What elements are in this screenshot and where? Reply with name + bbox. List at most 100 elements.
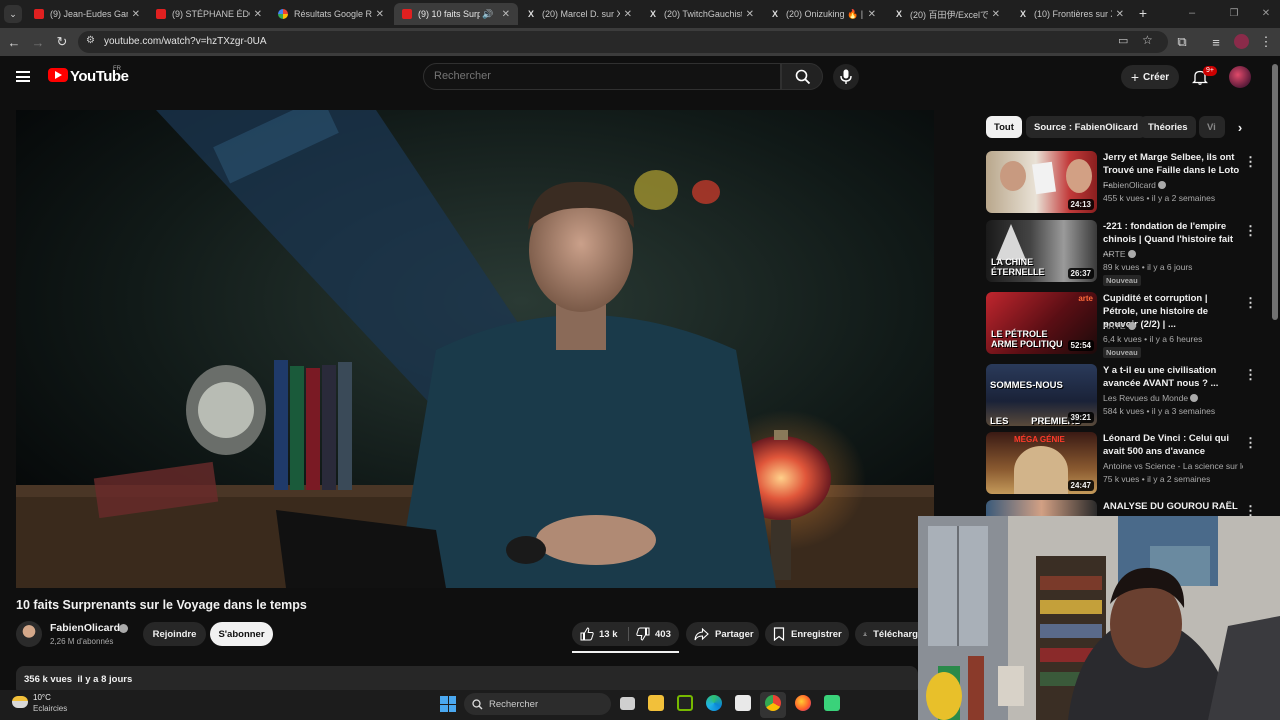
chrome-icon[interactable]	[765, 695, 781, 711]
bookmark-icon	[773, 627, 785, 641]
chip-all[interactable]: Tout	[986, 116, 1022, 138]
video-thumbnail[interactable]: SOMMES-NOUS LES PREMIERS 39:21	[986, 364, 1097, 426]
recommendation-channel[interactable]: ARTE	[1103, 321, 1136, 331]
url-text[interactable]: youtube.com/watch?v=hzTXzgr-0UA	[104, 36, 267, 47]
close-icon[interactable]: ✕	[132, 9, 140, 20]
reading-list-icon[interactable]: ≡	[1208, 34, 1224, 50]
recommendation-item[interactable]: MÉGA GÉNIE 24:47 Léonard De Vinci : Celu…	[986, 432, 1266, 498]
video-thumbnail[interactable]: LA CHINE ÉTERNELLE 26:37	[986, 220, 1097, 282]
close-icon[interactable]: ✕	[502, 9, 510, 20]
chips-next-icon[interactable]: ›	[1230, 117, 1250, 137]
nvidia-icon[interactable]	[677, 695, 693, 711]
more-options-icon[interactable]	[1244, 294, 1254, 306]
share-button[interactable]: Partager	[686, 622, 759, 646]
windows-start-icon[interactable]	[440, 696, 456, 712]
firefox-icon[interactable]	[795, 695, 811, 711]
recommendation-channel[interactable]: FabienOlicard	[1103, 180, 1167, 190]
video-player[interactable]	[16, 110, 934, 588]
close-icon[interactable]: ✕	[746, 9, 754, 20]
like-button[interactable]: 13 k	[572, 622, 628, 646]
browser-tab-active[interactable]: (9) 10 faits Surpre 🔊 ✕	[394, 3, 518, 25]
channel-name[interactable]: FabienOlicard	[50, 622, 120, 634]
video-thumbnail[interactable]: MÉGA GÉNIE 24:47	[986, 432, 1097, 494]
cast-icon[interactable]: ▭	[1118, 34, 1128, 47]
store-icon[interactable]	[735, 695, 751, 711]
youtube-icon	[402, 9, 412, 19]
edge-icon[interactable]	[706, 695, 722, 711]
browser-tab[interactable]: (9) Jean-Eudes Ganne ✕	[26, 3, 148, 25]
create-button[interactable]: + Créer	[1121, 65, 1179, 89]
more-options-icon[interactable]	[1244, 153, 1254, 165]
browser-tab[interactable]: X (10) Frontières sur X ✕	[1010, 3, 1132, 25]
channel-avatar[interactable]	[16, 621, 42, 647]
close-icon[interactable]: ✕	[1116, 9, 1124, 20]
close-window-icon[interactable]: ✕	[1258, 5, 1274, 21]
close-icon[interactable]: ✕	[868, 9, 876, 20]
profile-avatar[interactable]	[1234, 34, 1249, 49]
bookmark-star-icon[interactable]: ☆	[1142, 33, 1153, 47]
tab-search-button[interactable]: ⌄	[4, 5, 22, 23]
more-options-icon[interactable]	[1244, 502, 1254, 514]
subscribe-button[interactable]: S'abonner	[210, 622, 273, 646]
browser-tab[interactable]: X (20) 百田伊/Excelで… ✕	[886, 3, 1008, 25]
recommendation-item[interactable]: LA CHINE ÉTERNELLE 26:37 -221 : fondatio…	[986, 220, 1266, 288]
browser-tab[interactable]: Résultats Google Rec ✕	[270, 3, 392, 25]
browser-tab[interactable]: X (20) Onizuking 🔥 | G ✕	[762, 3, 884, 25]
close-icon[interactable]: ✕	[254, 9, 262, 20]
video-thumbnail[interactable]: arte LE PÉTROLE ARME POLITIQU 52:54	[986, 292, 1097, 354]
restore-icon[interactable]: ❐	[1226, 5, 1242, 21]
file-explorer-icon[interactable]	[648, 695, 664, 711]
recommendation-title[interactable]: Y a t-il eu une civilisation avancée AVA…	[1103, 364, 1243, 390]
weather-temperature[interactable]: 10°C	[33, 693, 51, 702]
close-icon[interactable]: ✕	[992, 9, 1000, 20]
hamburger-menu-icon[interactable]	[16, 71, 30, 82]
download-button[interactable]: Télécharg	[855, 622, 918, 646]
recommendation-item[interactable]: ANALYSE DU GOUROU RAËL	[986, 500, 1266, 516]
browser-tab[interactable]: (9) STÉPHANE ÉDOUA ✕	[148, 3, 270, 25]
more-options-icon[interactable]	[1244, 434, 1254, 446]
recommendation-item[interactable]: 24:13 Jerry et Marge Selbee, ils ont Tro…	[986, 151, 1266, 217]
voice-search-button[interactable]	[833, 64, 859, 90]
close-icon[interactable]: ✕	[624, 9, 632, 20]
account-avatar[interactable]	[1229, 66, 1251, 88]
dislike-button[interactable]: 403	[629, 622, 679, 646]
search-input[interactable]	[434, 70, 764, 82]
video-thumbnail[interactable]	[986, 500, 1097, 516]
minimize-icon[interactable]: –	[1184, 5, 1200, 21]
video-thumbnail[interactable]: 24:13	[986, 151, 1097, 213]
reload-icon[interactable]: ↻	[54, 34, 70, 50]
recommendation-title[interactable]: ANALYSE DU GOUROU RAËL	[1103, 500, 1243, 513]
search-button[interactable]	[781, 63, 823, 90]
forward-icon[interactable]: →	[30, 34, 46, 50]
speaker-icon[interactable]: 🔊	[482, 9, 493, 20]
recommendation-item[interactable]: arte LE PÉTROLE ARME POLITIQU 52:54 Cupi…	[986, 292, 1266, 360]
chip-theories[interactable]: Théories	[1140, 116, 1196, 138]
more-options-icon[interactable]	[1244, 222, 1254, 234]
save-button[interactable]: Enregistrer	[765, 622, 849, 646]
more-options-icon[interactable]	[1244, 366, 1254, 378]
join-button[interactable]: Rejoindre	[143, 622, 206, 646]
recommendation-channel[interactable]: Antoine vs Science - La science sur le t…	[1103, 461, 1243, 471]
new-tab-button[interactable]: +	[1135, 5, 1151, 21]
task-view-icon[interactable]	[620, 697, 635, 710]
page-scrollbar[interactable]	[1272, 64, 1278, 320]
browser-tab[interactable]: X (20) TwitchGauchiste ✕	[640, 3, 762, 25]
youtube-logo-icon[interactable]	[48, 68, 68, 82]
address-bar[interactable]: ⚙ youtube.com/watch?v=hzTXzgr-0UA ▭ ☆	[78, 31, 1168, 53]
weather-description[interactable]: Eclaircies	[33, 704, 67, 713]
recommendation-item[interactable]: SOMMES-NOUS LES PREMIERS 39:21 Y a t-il …	[986, 364, 1266, 430]
chip-more[interactable]: Vi	[1199, 116, 1225, 138]
browser-tab[interactable]: X (20) Marcel D. sur X : ✕	[518, 3, 640, 25]
site-info-icon[interactable]: ⚙	[86, 35, 95, 46]
weather-icon[interactable]	[12, 696, 28, 708]
recommendation-channel[interactable]: Les Revues du Monde	[1103, 393, 1199, 403]
chip-source[interactable]: Source : FabienOlicard	[1026, 116, 1146, 138]
recommendation-title[interactable]: Léonard De Vinci : Celui qui avait 500 a…	[1103, 432, 1243, 458]
browser-menu-icon[interactable]: ⋮	[1258, 34, 1274, 50]
search-box[interactable]	[423, 63, 781, 90]
extensions-icon[interactable]: ⧉	[1174, 34, 1190, 50]
app-icon[interactable]	[824, 695, 840, 711]
close-icon[interactable]: ✕	[376, 9, 384, 20]
recommendation-channel[interactable]: ARTE	[1103, 249, 1136, 259]
back-icon[interactable]: ←	[6, 34, 22, 50]
